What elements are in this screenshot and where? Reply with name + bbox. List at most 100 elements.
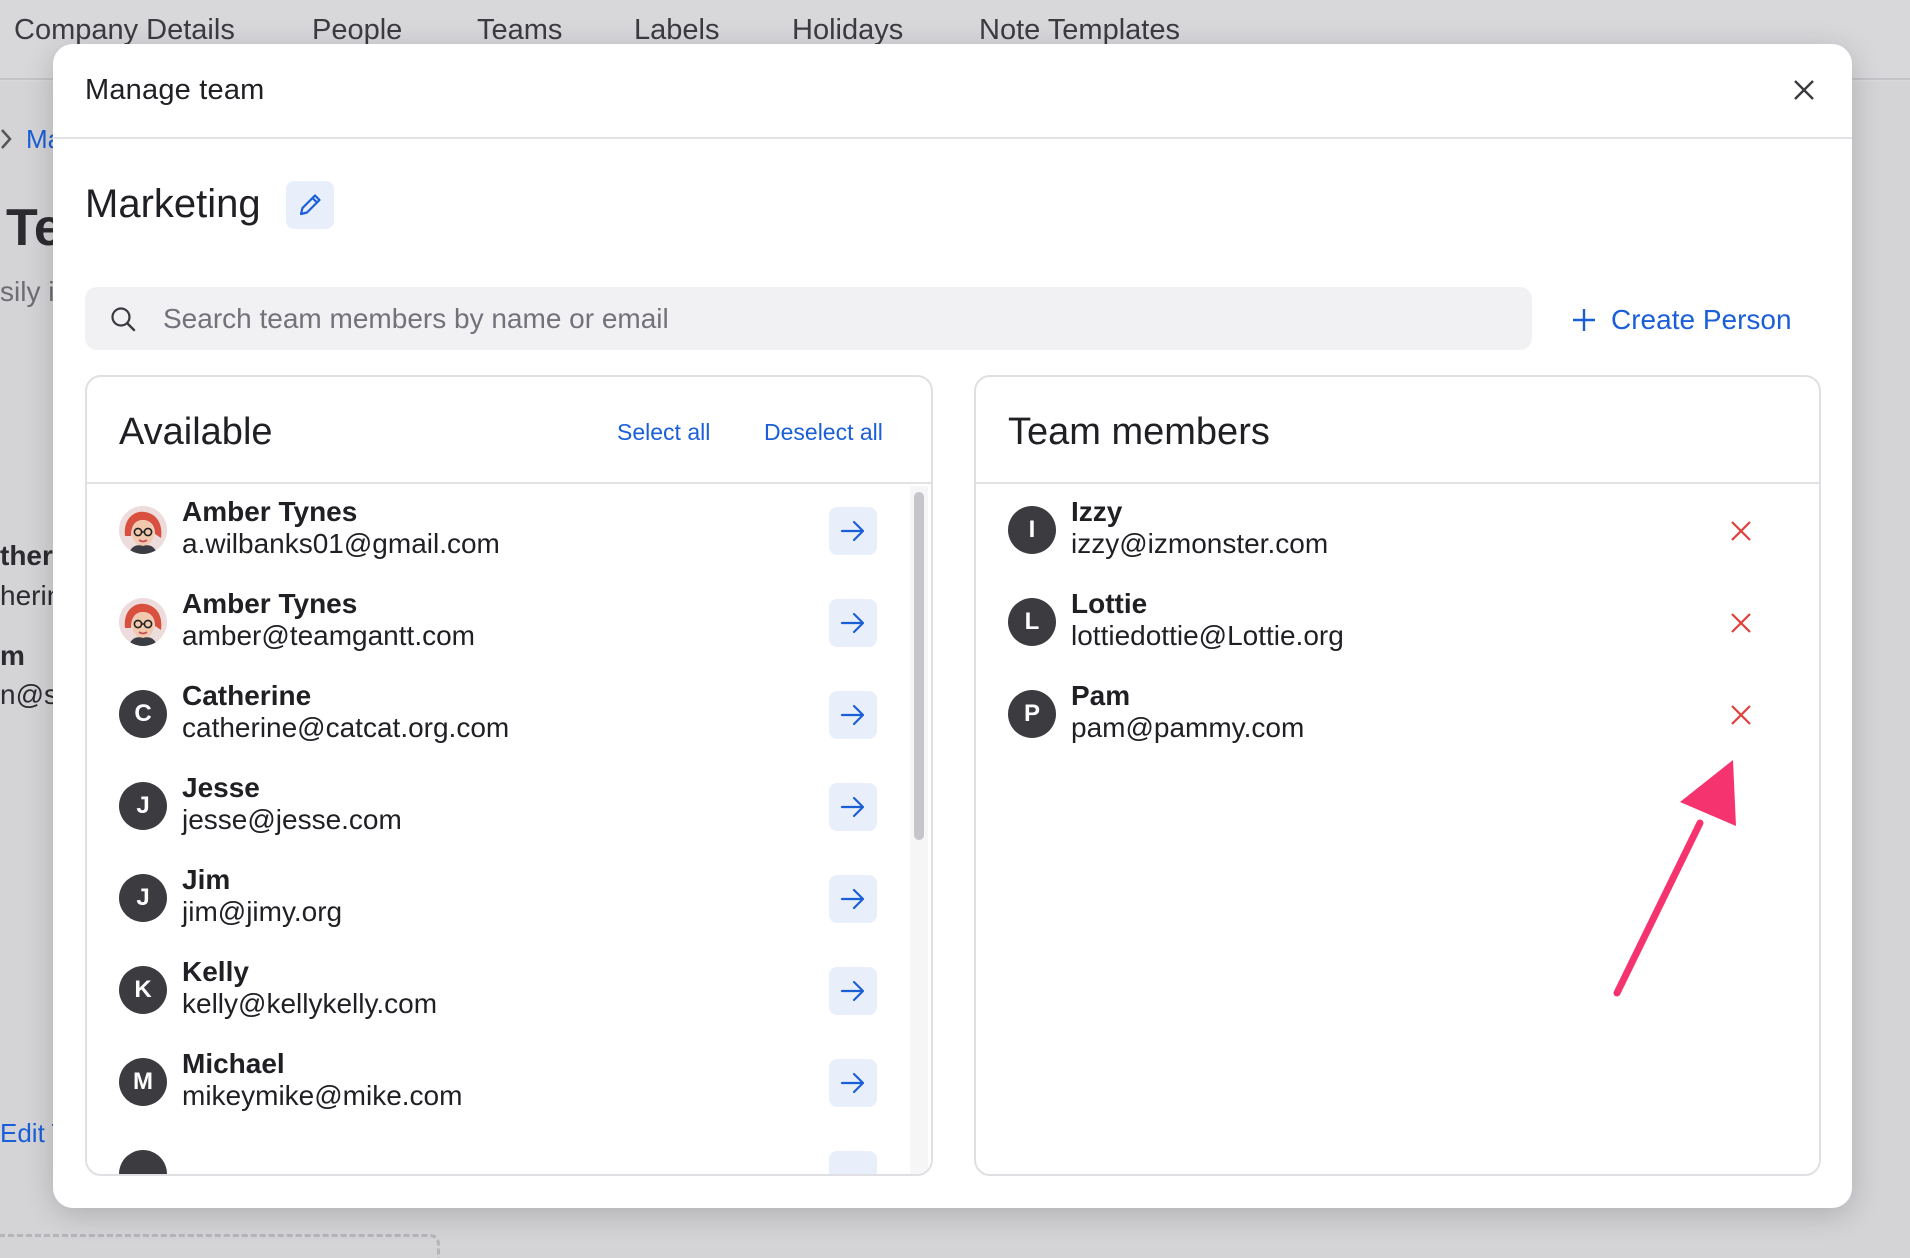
search-input[interactable] bbox=[163, 287, 1503, 350]
pencil-icon bbox=[299, 194, 321, 216]
avatar: M bbox=[119, 1058, 167, 1106]
tab-labels[interactable]: Labels bbox=[634, 14, 719, 47]
avatar-initial: P bbox=[1023, 700, 1040, 727]
close-icon bbox=[1731, 521, 1751, 541]
person-name: Pam bbox=[1071, 680, 1131, 711]
manage-team-modal: Manage team Marketing Create Person Avai… bbox=[53, 44, 1852, 1208]
add-member-button[interactable] bbox=[829, 507, 877, 555]
add-member-button[interactable] bbox=[829, 875, 877, 923]
person-name: Amber Tynes bbox=[182, 588, 358, 619]
available-panel: Available Select all Deselect all Amber … bbox=[85, 375, 933, 1176]
team-members-list: I Izzy izzy@izmonster.com L Lottie lottiedott… bbox=[976, 486, 1819, 1174]
list-item: J Jim jim@jimy.org bbox=[87, 854, 931, 946]
available-header: Available Select all Deselect all bbox=[87, 377, 931, 484]
add-member-button[interactable] bbox=[829, 1151, 877, 1174]
person-name: Jesse bbox=[182, 772, 260, 803]
person-name: Izzy bbox=[1071, 496, 1123, 527]
available-list[interactable]: Amber Tynes a.wilbanks01@gmail.com Amber T… bbox=[87, 486, 931, 1174]
avatar: K bbox=[119, 966, 167, 1014]
remove-member-button[interactable] bbox=[1721, 695, 1761, 735]
person-email: pam@pammy.com bbox=[1071, 712, 1305, 743]
bg-row-name: m bbox=[0, 640, 25, 671]
person-name: Jim bbox=[182, 864, 231, 895]
dashed-dropzone bbox=[0, 1234, 440, 1258]
close-button[interactable] bbox=[1786, 72, 1822, 108]
person-email: mikeymike@mike.com bbox=[182, 1080, 463, 1111]
arrow-right-icon bbox=[840, 1072, 865, 1094]
list-item: J Jesse jesse@jesse.com bbox=[87, 762, 931, 854]
avatar-initial: J bbox=[136, 884, 150, 911]
arrow-right-icon bbox=[840, 980, 865, 1002]
edit-team-name-button[interactable] bbox=[286, 181, 334, 229]
list-item: K Kelly kelly@kellykelly.com bbox=[87, 946, 931, 1038]
list-item: L Lottie lottiedottie@Lottie.org bbox=[976, 578, 1819, 670]
person-email: izzy@izmonster.com bbox=[1071, 528, 1329, 559]
person-email: catherine@catcat.org.com bbox=[182, 712, 510, 743]
team-name: Marketing bbox=[85, 182, 261, 226]
remove-member-button[interactable] bbox=[1721, 511, 1761, 551]
add-member-button[interactable] bbox=[829, 783, 877, 831]
person-email: jesse@jesse.com bbox=[182, 804, 402, 835]
add-member-button[interactable] bbox=[829, 1059, 877, 1107]
tab-note-templates[interactable]: Note Templates bbox=[979, 14, 1180, 47]
tab-people[interactable]: People bbox=[312, 14, 402, 47]
avatar-initial: I bbox=[1028, 516, 1036, 543]
person-email: amber@teamgantt.com bbox=[182, 620, 475, 651]
arrow-right-icon bbox=[840, 612, 865, 634]
avatar-initial: K bbox=[134, 976, 152, 1003]
team-members-header: Team members bbox=[976, 377, 1819, 484]
avatar bbox=[119, 506, 167, 554]
remove-member-button[interactable] bbox=[1721, 603, 1761, 643]
arrow-right-icon bbox=[840, 796, 865, 818]
plus-icon bbox=[1573, 309, 1595, 331]
person-email: jim@jimy.org bbox=[182, 896, 343, 927]
list-item: I Izzy izzy@izmonster.com bbox=[976, 486, 1819, 578]
available-title: Available bbox=[119, 411, 273, 453]
person-name: Kelly bbox=[182, 956, 249, 987]
create-person-button[interactable]: Create Person bbox=[1571, 300, 1792, 340]
team-members-title: Team members bbox=[1008, 411, 1270, 453]
tab-company-details[interactable]: Company Details bbox=[14, 14, 235, 47]
team-members-panel: Team members I Izzy izzy@izmonster.com L Lot… bbox=[974, 375, 1821, 1176]
avatar bbox=[119, 1150, 167, 1174]
list-item: Amber Tynes a.wilbanks01@gmail.com bbox=[87, 486, 931, 578]
list-item: M Michael mikeymike@mike.com bbox=[87, 1038, 931, 1130]
avatar: C bbox=[119, 690, 167, 738]
avatar-initial: J bbox=[136, 792, 150, 819]
modal-header: Manage team bbox=[53, 44, 1852, 139]
list-item-partial bbox=[87, 1130, 931, 1174]
avatar: J bbox=[119, 782, 167, 830]
tab-holidays[interactable]: Holidays bbox=[792, 14, 903, 47]
search-bar bbox=[85, 287, 1532, 350]
select-all-button[interactable]: Select all bbox=[617, 419, 710, 446]
person-email: a.wilbanks01@gmail.com bbox=[182, 528, 500, 559]
avatar: P bbox=[1008, 690, 1056, 738]
avatar: I bbox=[1008, 506, 1056, 554]
close-icon bbox=[1794, 80, 1814, 100]
list-item: P Pam pam@pammy.com bbox=[976, 670, 1819, 762]
add-member-button[interactable] bbox=[829, 691, 877, 739]
deselect-all-button[interactable]: Deselect all bbox=[764, 419, 883, 446]
arrow-right-icon bbox=[840, 520, 865, 542]
avatar-initial: L bbox=[1024, 608, 1040, 635]
chevron-right-icon bbox=[1, 129, 12, 149]
person-email: lottiedottie@Lottie.org bbox=[1071, 620, 1344, 651]
avatar-initial: M bbox=[133, 1068, 153, 1095]
modal-title: Manage team bbox=[85, 74, 265, 106]
create-person-label: Create Person bbox=[1611, 304, 1792, 335]
tab-teams[interactable]: Teams bbox=[477, 14, 562, 47]
arrow-right-icon bbox=[840, 888, 865, 910]
person-email: kelly@kellykelly.com bbox=[182, 988, 438, 1019]
avatar-initial: C bbox=[134, 700, 152, 727]
avatar: L bbox=[1008, 598, 1056, 646]
bg-row-name: ther bbox=[0, 540, 53, 571]
close-icon bbox=[1731, 613, 1751, 633]
add-member-button[interactable] bbox=[829, 599, 877, 647]
add-member-button[interactable] bbox=[829, 967, 877, 1015]
avatar bbox=[119, 598, 167, 646]
person-name: Lottie bbox=[1071, 588, 1148, 619]
search-icon bbox=[111, 307, 136, 332]
page-subtitle: sily i bbox=[0, 276, 55, 307]
list-item: Amber Tynes amber@teamgantt.com bbox=[87, 578, 931, 670]
person-name: Catherine bbox=[182, 680, 312, 711]
